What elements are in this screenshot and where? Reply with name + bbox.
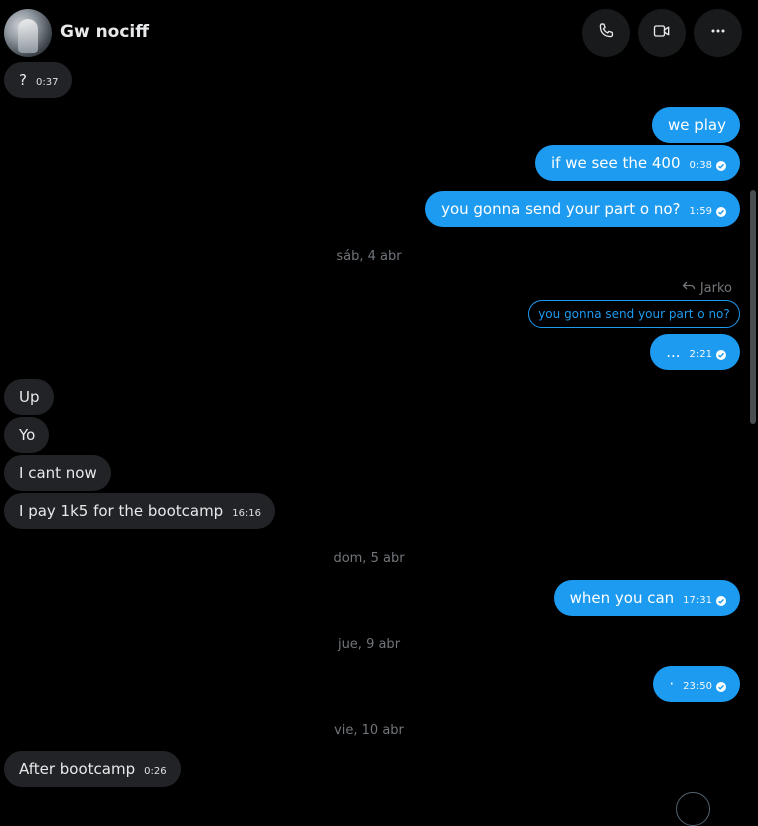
message-text: After bootcamp — [19, 760, 136, 778]
message-bubble-outgoing[interactable]: you gonna send your part o no? 1:59 — [425, 191, 740, 227]
message-text: we play — [667, 116, 726, 134]
message-text: you gonna send your part o no? — [441, 200, 681, 218]
more-options-button[interactable] — [694, 9, 742, 57]
avatar-photo — [18, 19, 38, 53]
date-separator: dom, 5 abr — [333, 551, 405, 566]
message-bubble-incoming[interactable]: After bootcamp 0:26 — [4, 751, 181, 787]
message-time: 0:37 — [35, 77, 59, 88]
message-text: I cant now — [19, 464, 97, 482]
message-time: 2:21 — [689, 349, 712, 360]
check-circle-icon — [716, 595, 726, 606]
message-text: when you can — [569, 589, 675, 607]
call-button[interactable] — [582, 9, 630, 57]
message-text: I pay 1k5 for the bootcamp — [19, 502, 224, 520]
message-bubble-incoming[interactable]: I pay 1k5 for the bootcamp 16:16 — [4, 493, 276, 529]
quoted-message[interactable]: you gonna send your part o no? — [528, 300, 740, 328]
message-bubble-outgoing[interactable]: · 23:50 — [653, 666, 740, 702]
message-bubble-incoming[interactable]: Up — [4, 379, 54, 415]
message-bubble-outgoing[interactable]: we play — [651, 107, 740, 143]
message-time: 0:38 — [689, 160, 712, 171]
more-horizontal-icon — [708, 21, 728, 45]
message-time: 16:16 — [232, 508, 262, 519]
message-time: 1:59 — [689, 206, 712, 217]
scrollbar-thumb[interactable] — [750, 190, 756, 424]
date-separator: sáb, 4 abr — [336, 249, 402, 264]
scroll-to-bottom-button[interactable] — [676, 792, 710, 826]
message-time: 17:31 — [683, 595, 712, 606]
message-text: · — [669, 675, 675, 693]
contact-name[interactable]: Gw nociff — [60, 22, 149, 42]
check-circle-icon — [716, 160, 726, 171]
message-text: ? — [19, 71, 27, 89]
message-time: 23:50 — [683, 681, 712, 692]
conversation-header: Gw nociff — [0, 0, 758, 64]
message-text: Up — [19, 388, 40, 406]
phone-icon — [596, 21, 616, 45]
check-circle-icon — [716, 349, 726, 360]
message-bubble-outgoing[interactable]: if we see the 400 0:38 — [534, 145, 740, 181]
video-camera-icon — [652, 21, 672, 45]
check-circle-icon — [716, 206, 726, 217]
check-circle-icon — [716, 681, 726, 692]
message-bubble-outgoing[interactable]: ... 2:21 — [650, 334, 740, 370]
reply-author: Jarko — [699, 280, 732, 296]
avatar[interactable] — [4, 9, 52, 57]
message-text: Yo — [19, 426, 36, 444]
message-text: ... — [666, 343, 681, 361]
date-separator: jue, 9 abr — [337, 637, 401, 652]
video-call-button[interactable] — [638, 9, 686, 57]
message-text: if we see the 400 — [550, 154, 681, 172]
reply-arrow-icon — [682, 279, 700, 297]
message-time: 0:26 — [144, 766, 167, 777]
message-bubble-incoming[interactable]: I cant now — [4, 455, 111, 491]
reply-context: Jarko — [682, 279, 732, 297]
message-bubble-incoming[interactable]: Yo — [4, 417, 50, 453]
message-bubble-incoming[interactable]: ? 0:37 — [4, 62, 73, 98]
date-separator: vie, 10 abr — [334, 723, 404, 738]
message-bubble-outgoing[interactable]: when you can 17:31 — [553, 580, 740, 616]
